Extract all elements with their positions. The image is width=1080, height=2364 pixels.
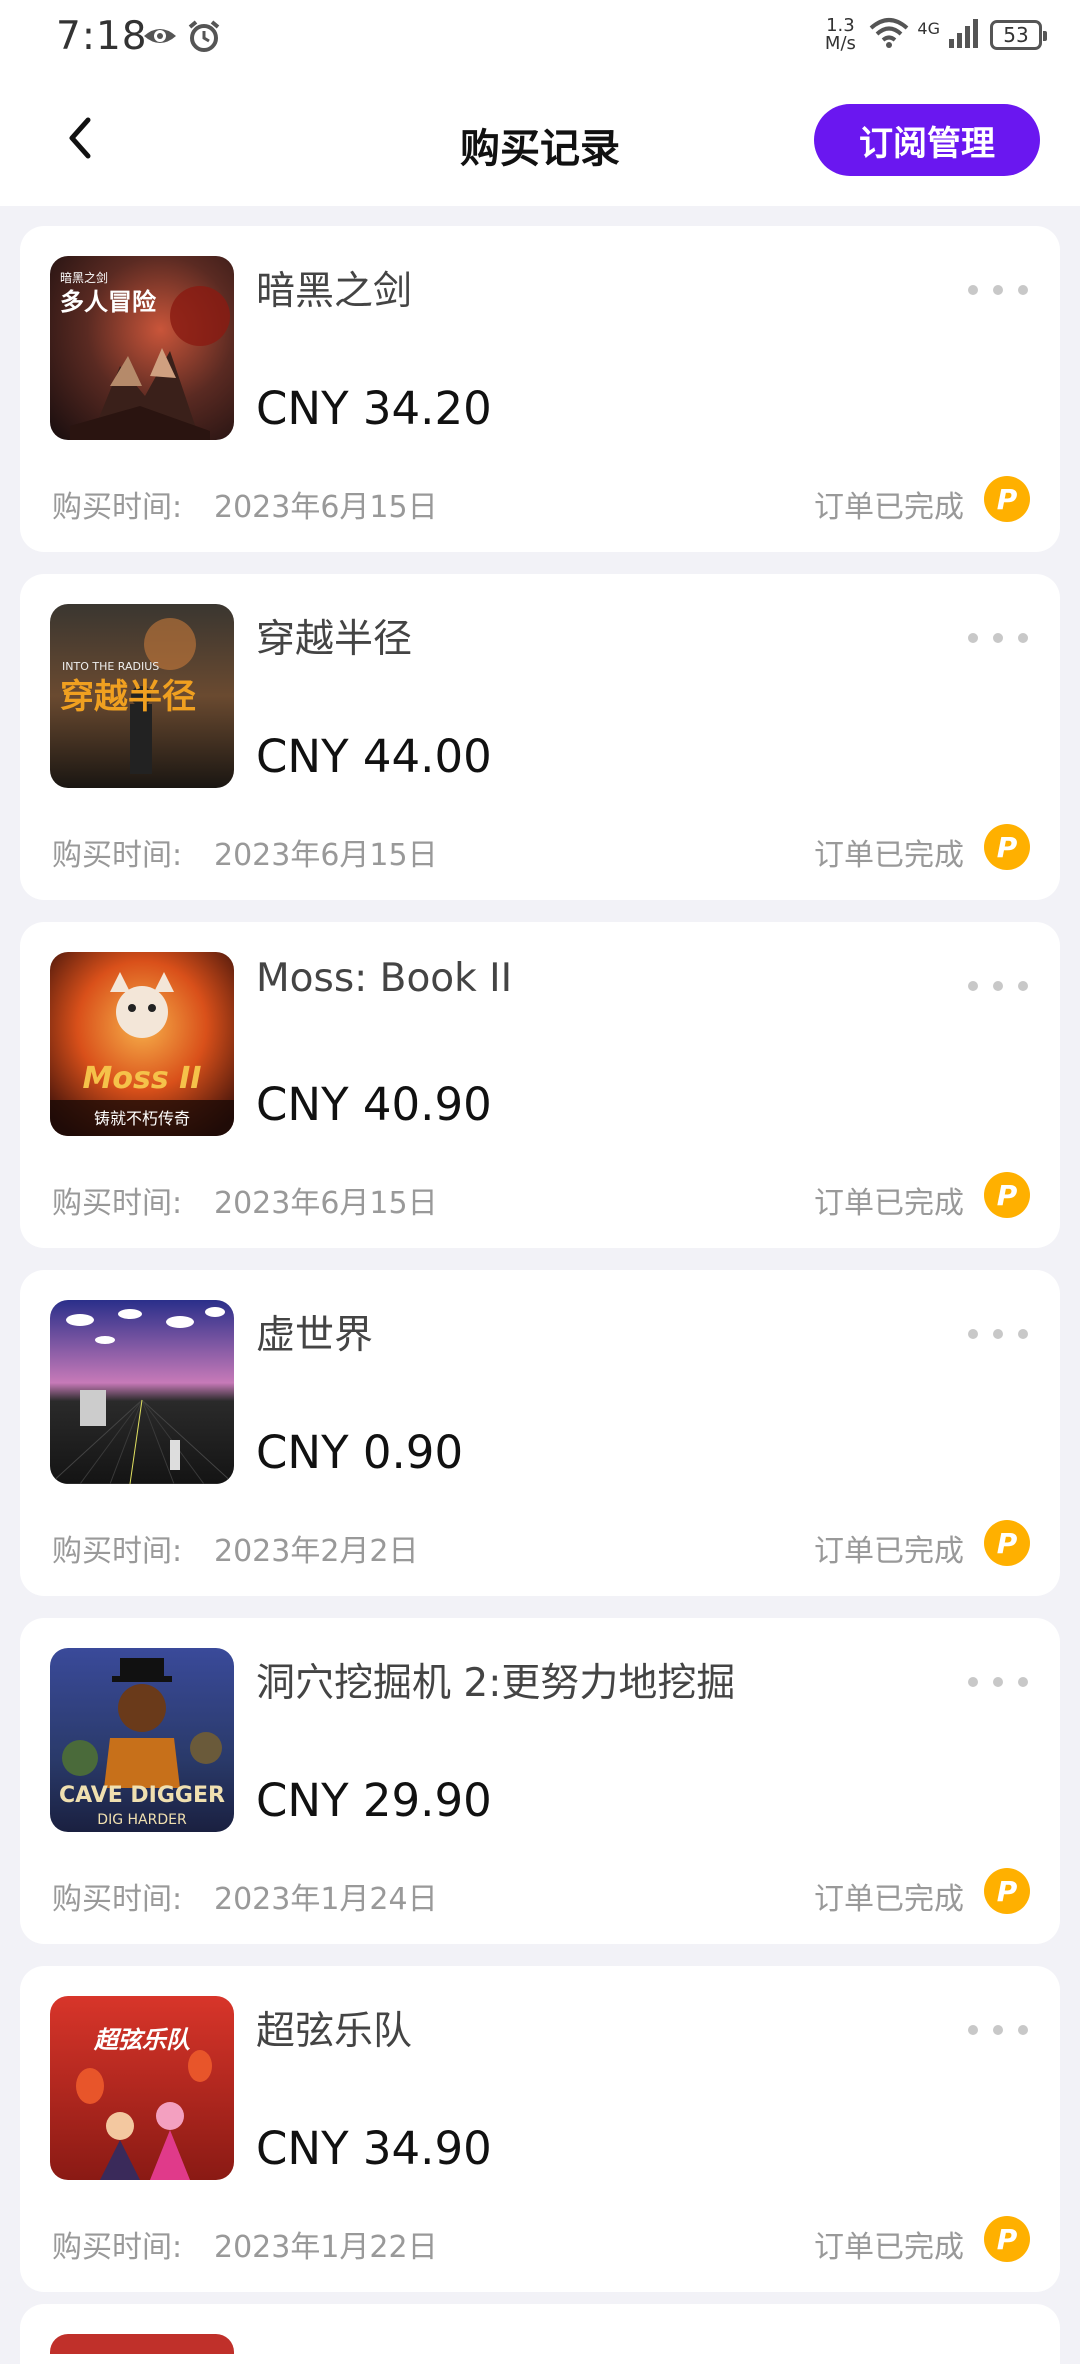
more-options-button[interactable] bbox=[968, 1670, 1028, 1694]
points-badge-icon: P bbox=[984, 824, 1030, 870]
more-options-button[interactable] bbox=[968, 2018, 1028, 2042]
status-bar: 7:18 1.3 M/s 4G 53 bbox=[0, 0, 1080, 78]
purchase-time-label: 购买时间: bbox=[52, 1882, 183, 1917]
order-status: 订单已完成 bbox=[814, 1882, 964, 1917]
points-badge-icon: P bbox=[984, 2216, 1030, 2262]
game-title: 暗黑之剑 bbox=[256, 269, 413, 314]
cover-small-text: INTO THE RADIUS bbox=[62, 660, 159, 673]
more-dot-icon bbox=[968, 1677, 978, 1687]
purchase-date: 2023年2月2日 bbox=[214, 1534, 419, 1569]
nav-bar: 购买记录 订阅管理 bbox=[0, 78, 1080, 206]
more-dot-icon bbox=[1018, 285, 1028, 295]
more-options-button[interactable] bbox=[968, 1322, 1028, 1346]
game-title: 穿越半径 bbox=[256, 617, 413, 662]
game-title: 虚世界 bbox=[256, 1313, 374, 1358]
more-options-button[interactable] bbox=[968, 278, 1028, 302]
subscription-management-button[interactable]: 订阅管理 bbox=[814, 104, 1040, 176]
more-dot-icon bbox=[993, 2025, 1003, 2035]
order-card[interactable]: 暗黑之剑 多人冒险 暗黑之剑 CNY 34.20 购买时间: 2023年6月15… bbox=[20, 226, 1060, 552]
more-dot-icon bbox=[993, 981, 1003, 991]
battery-level: 53 bbox=[1003, 23, 1029, 47]
purchase-time-label: 购买时间: bbox=[52, 2230, 183, 2265]
points-badge-icon: P bbox=[984, 1172, 1030, 1218]
cover-text: 穿越半径 bbox=[60, 677, 196, 717]
status-time: 7:18 bbox=[56, 14, 148, 59]
game-cover-image: Moss II 铸就不朽传奇 bbox=[50, 952, 234, 1136]
cover-small-text: 暗黑之剑 bbox=[60, 270, 108, 285]
cover-text: 超弦乐队 bbox=[93, 2026, 191, 2054]
cover-small-text: DIG HARDER bbox=[97, 1812, 187, 1828]
price: CNY 29.90 bbox=[256, 1774, 492, 1827]
order-card[interactable]: INTO THE RADIUS 穿越半径 穿越半径 CNY 44.00 购买时间… bbox=[20, 574, 1060, 900]
game-cover-image: 超弦乐队 bbox=[50, 1996, 234, 2180]
more-dot-icon bbox=[968, 285, 978, 295]
order-card[interactable]: CAVE DIGGER DIG HARDER 洞穴挖掘机 2:更努力地挖掘 CN… bbox=[20, 1618, 1060, 1944]
more-dot-icon bbox=[968, 633, 978, 643]
status-icons-right: 1.3 M/s 4G 53 bbox=[819, 16, 1047, 54]
order-status: 订单已完成 bbox=[814, 1186, 964, 1221]
order-card[interactable]: 超弦乐队 超弦乐队 CNY 34.90 购买时间: 2023年1月22日 订单已… bbox=[20, 1966, 1060, 2292]
more-dot-icon bbox=[1018, 633, 1028, 643]
game-title: 超弦乐队 bbox=[256, 2009, 413, 2054]
points-badge-icon: P bbox=[984, 476, 1030, 522]
more-dot-icon bbox=[1018, 2025, 1028, 2035]
game-cover-image: CAVE DIGGER DIG HARDER bbox=[50, 1648, 234, 1832]
game-cover-image: INTO THE RADIUS 穿越半径 bbox=[50, 604, 234, 788]
wifi-icon bbox=[869, 16, 909, 54]
purchase-time-label: 购买时间: bbox=[52, 490, 183, 525]
more-dot-icon bbox=[993, 1329, 1003, 1339]
purchase-time-label: 购买时间: bbox=[52, 1534, 183, 1569]
cover-small-text: 铸就不朽传奇 bbox=[94, 1109, 190, 1128]
net-speed: 1.3 M/s bbox=[819, 17, 861, 53]
cover-text: CAVE DIGGER bbox=[59, 1783, 225, 1808]
more-dot-icon bbox=[993, 633, 1003, 643]
order-status: 订单已完成 bbox=[814, 838, 964, 873]
more-dot-icon bbox=[968, 1329, 978, 1339]
points-badge-icon: P bbox=[984, 1520, 1030, 1566]
more-dot-icon bbox=[1018, 981, 1028, 991]
cover-text: 多人冒险 bbox=[60, 288, 157, 316]
points-badge-icon: P bbox=[984, 1868, 1030, 1914]
purchase-time-label: 购买时间: bbox=[52, 1186, 183, 1221]
purchase-time-label: 购买时间: bbox=[52, 838, 183, 873]
order-card[interactable]: Moss II 铸就不朽传奇 Moss: Book II CNY 40.90 购… bbox=[20, 922, 1060, 1248]
signal-icon bbox=[948, 17, 982, 53]
more-options-button[interactable] bbox=[968, 974, 1028, 998]
game-title: Moss: Book II bbox=[256, 956, 513, 1001]
more-dot-icon bbox=[1018, 1329, 1028, 1339]
price: CNY 34.90 bbox=[256, 2122, 492, 2175]
order-list: 暗黑之剑 多人冒险 暗黑之剑 CNY 34.20 购买时间: 2023年6月15… bbox=[20, 226, 1060, 2314]
price: CNY 44.00 bbox=[256, 730, 492, 783]
price: CNY 40.90 bbox=[256, 1078, 492, 1131]
order-status: 订单已完成 bbox=[814, 490, 964, 525]
purchase-date: 2023年6月15日 bbox=[214, 1186, 438, 1221]
more-dot-icon bbox=[993, 285, 1003, 295]
game-cover-image bbox=[50, 2334, 234, 2354]
more-dot-icon bbox=[968, 981, 978, 991]
order-card[interactable]: 虚世界 CNY 0.90 购买时间: 2023年2月2日 订单已完成 P bbox=[20, 1270, 1060, 1596]
battery-icon: 53 bbox=[990, 20, 1047, 50]
more-dot-icon bbox=[1018, 1677, 1028, 1687]
status-icons-left bbox=[142, 18, 222, 58]
net-speed-unit: M/s bbox=[824, 33, 856, 54]
order-status: 订单已完成 bbox=[814, 2230, 964, 2265]
network-type: 4G bbox=[917, 18, 940, 38]
game-cover-image bbox=[50, 1300, 234, 1484]
price: CNY 34.20 bbox=[256, 382, 492, 435]
alarm-icon bbox=[186, 18, 222, 58]
game-title: 洞穴挖掘机 2:更努力地挖掘 bbox=[256, 1661, 736, 1706]
price: CNY 0.90 bbox=[256, 1426, 464, 1479]
order-card-partial[interactable] bbox=[20, 2304, 1060, 2364]
more-dot-icon bbox=[993, 1677, 1003, 1687]
purchase-date: 2023年6月15日 bbox=[214, 838, 438, 873]
purchase-date: 2023年1月24日 bbox=[214, 1882, 438, 1917]
game-cover-image: 暗黑之剑 多人冒险 bbox=[50, 256, 234, 440]
cover-text: Moss II bbox=[83, 1061, 202, 1096]
eye-icon bbox=[142, 18, 178, 58]
purchase-date: 2023年1月22日 bbox=[214, 2230, 438, 2265]
more-options-button[interactable] bbox=[968, 626, 1028, 650]
purchase-date: 2023年6月15日 bbox=[214, 490, 438, 525]
order-status: 订单已完成 bbox=[814, 1534, 964, 1569]
more-dot-icon bbox=[968, 2025, 978, 2035]
